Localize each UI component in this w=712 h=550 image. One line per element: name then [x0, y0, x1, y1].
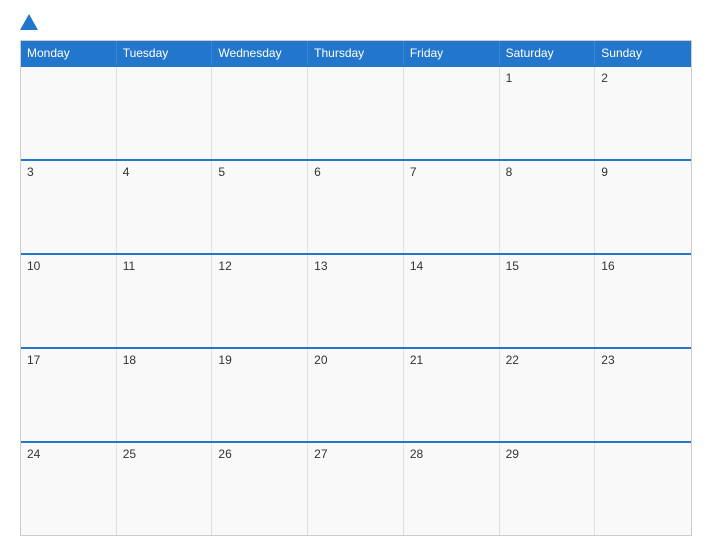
calendar-cell: 18: [117, 349, 213, 441]
day-number: 2: [601, 71, 608, 85]
day-number: 29: [506, 447, 519, 461]
logo: [20, 18, 42, 30]
day-number: 18: [123, 353, 136, 367]
calendar-cell: 9: [595, 161, 691, 253]
calendar-week-3: 10 11 12 13 14 15 16: [21, 253, 691, 347]
calendar-cell: 14: [404, 255, 500, 347]
calendar-week-1: 12: [21, 65, 691, 159]
calendar-cell: 17: [21, 349, 117, 441]
day-number: 25: [123, 447, 136, 461]
day-number: 21: [410, 353, 423, 367]
calendar-cell: 4: [117, 161, 213, 253]
day-number: 15: [506, 259, 519, 273]
calendar-cell: 25: [117, 443, 213, 535]
calendar: MondayTuesdayWednesdayThursdayFridaySatu…: [20, 40, 692, 536]
day-number: 8: [506, 165, 513, 179]
day-number: 5: [218, 165, 225, 179]
calendar-cell: 3: [21, 161, 117, 253]
calendar-cell: [595, 443, 691, 535]
calendar-body: 1234567891011121314151617181920212223242…: [21, 65, 691, 535]
calendar-cell: 11: [117, 255, 213, 347]
calendar-cell: 8: [500, 161, 596, 253]
day-of-week-thursday: Thursday: [308, 41, 404, 65]
calendar-cell: 7: [404, 161, 500, 253]
calendar-week-2: 3 4 5 6 7 8 9: [21, 159, 691, 253]
day-number: 19: [218, 353, 231, 367]
page-header: [20, 18, 692, 30]
day-number: 3: [27, 165, 34, 179]
calendar-cell: 22: [500, 349, 596, 441]
day-number: 10: [27, 259, 40, 273]
day-number: 27: [314, 447, 327, 461]
calendar-cell: 1: [500, 67, 596, 159]
day-number: 9: [601, 165, 608, 179]
calendar-cell: 12: [212, 255, 308, 347]
day-number: 13: [314, 259, 327, 273]
calendar-cell: 16: [595, 255, 691, 347]
day-number: 26: [218, 447, 231, 461]
day-of-week-tuesday: Tuesday: [117, 41, 213, 65]
day-number: 22: [506, 353, 519, 367]
day-number: 17: [27, 353, 40, 367]
day-of-week-saturday: Saturday: [500, 41, 596, 65]
calendar-cell: 29: [500, 443, 596, 535]
calendar-cell: 2: [595, 67, 691, 159]
calendar-cell: 10: [21, 255, 117, 347]
calendar-cell: [21, 67, 117, 159]
calendar-cell: [117, 67, 213, 159]
calendar-cell: 26: [212, 443, 308, 535]
calendar-week-4: 17 18 19 20 21 22 23: [21, 347, 691, 441]
calendar-cell: 6: [308, 161, 404, 253]
day-number: 12: [218, 259, 231, 273]
day-of-week-monday: Monday: [21, 41, 117, 65]
calendar-cell: [308, 67, 404, 159]
day-number: 24: [27, 447, 40, 461]
calendar-cell: 24: [21, 443, 117, 535]
calendar-week-5: 24 25 26 27 28 29: [21, 441, 691, 535]
day-number: 6: [314, 165, 321, 179]
calendar-cell: 15: [500, 255, 596, 347]
calendar-cell: 27: [308, 443, 404, 535]
calendar-cell: 13: [308, 255, 404, 347]
calendar-cell: 23: [595, 349, 691, 441]
day-number: 11: [123, 259, 135, 273]
calendar-page: MondayTuesdayWednesdayThursdayFridaySatu…: [0, 0, 712, 550]
calendar-cell: [404, 67, 500, 159]
day-number: 7: [410, 165, 417, 179]
calendar-cell: 19: [212, 349, 308, 441]
day-number: 20: [314, 353, 327, 367]
day-of-week-sunday: Sunday: [595, 41, 691, 65]
day-of-week-friday: Friday: [404, 41, 500, 65]
day-number: 14: [410, 259, 423, 273]
calendar-header: MondayTuesdayWednesdayThursdayFridaySatu…: [21, 41, 691, 65]
day-number: 4: [123, 165, 130, 179]
calendar-cell: 28: [404, 443, 500, 535]
day-number: 23: [601, 353, 614, 367]
calendar-cell: [212, 67, 308, 159]
calendar-cell: 21: [404, 349, 500, 441]
day-number: 28: [410, 447, 423, 461]
day-number: 16: [601, 259, 614, 273]
day-of-week-wednesday: Wednesday: [212, 41, 308, 65]
calendar-cell: 20: [308, 349, 404, 441]
calendar-cell: 5: [212, 161, 308, 253]
logo-triangle-icon: [20, 14, 38, 30]
day-number: 1: [506, 71, 513, 85]
